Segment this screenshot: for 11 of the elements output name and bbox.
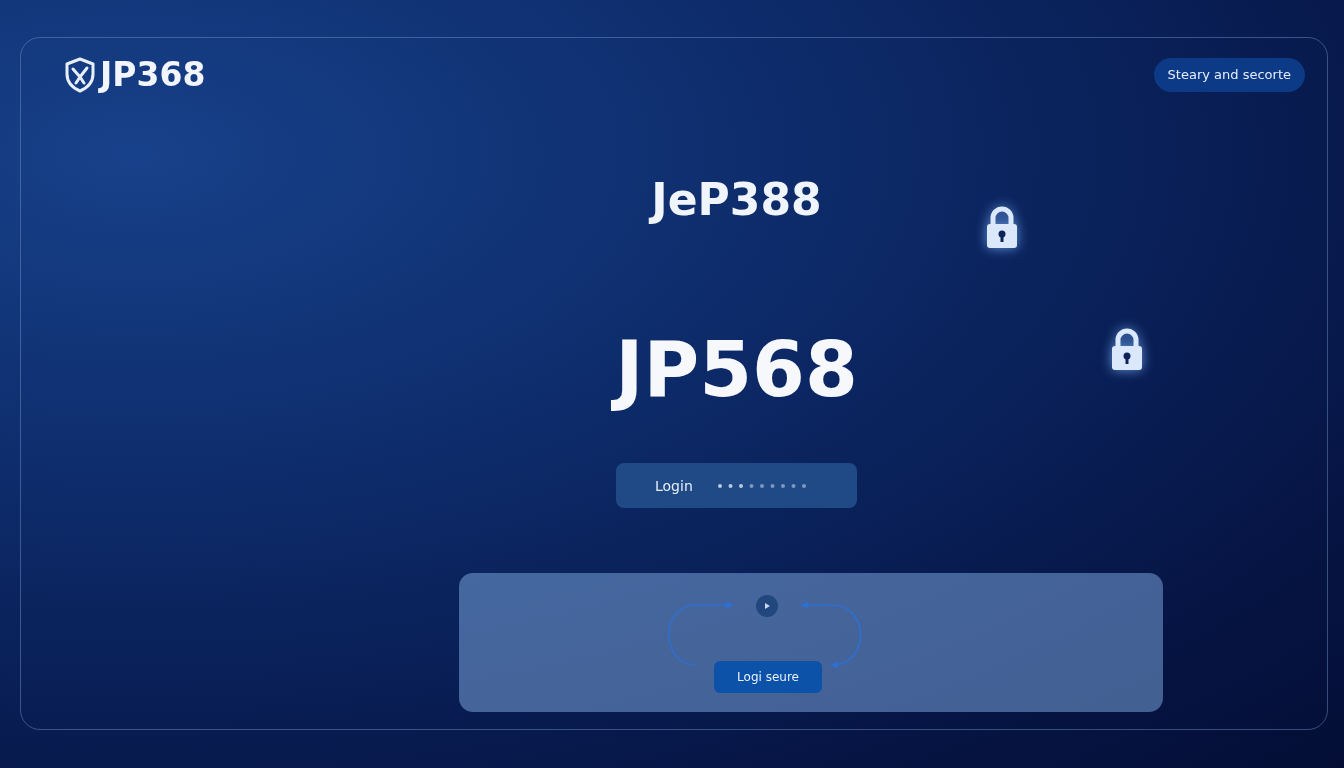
play-icon: [756, 595, 778, 617]
login-button[interactable]: Logi seure: [714, 661, 822, 693]
padlock-icon: [985, 205, 1019, 249]
curved-arrow: [800, 601, 862, 669]
padlock-icon: [1110, 327, 1144, 371]
brand-name: JP368: [100, 57, 206, 93]
login-field[interactable]: Login: [616, 463, 857, 508]
shield-icon: [64, 57, 96, 93]
password-dots-icon: [716, 482, 807, 489]
curved-arrow: [668, 601, 734, 666]
status-badge: Steary and secorte: [1153, 58, 1305, 92]
